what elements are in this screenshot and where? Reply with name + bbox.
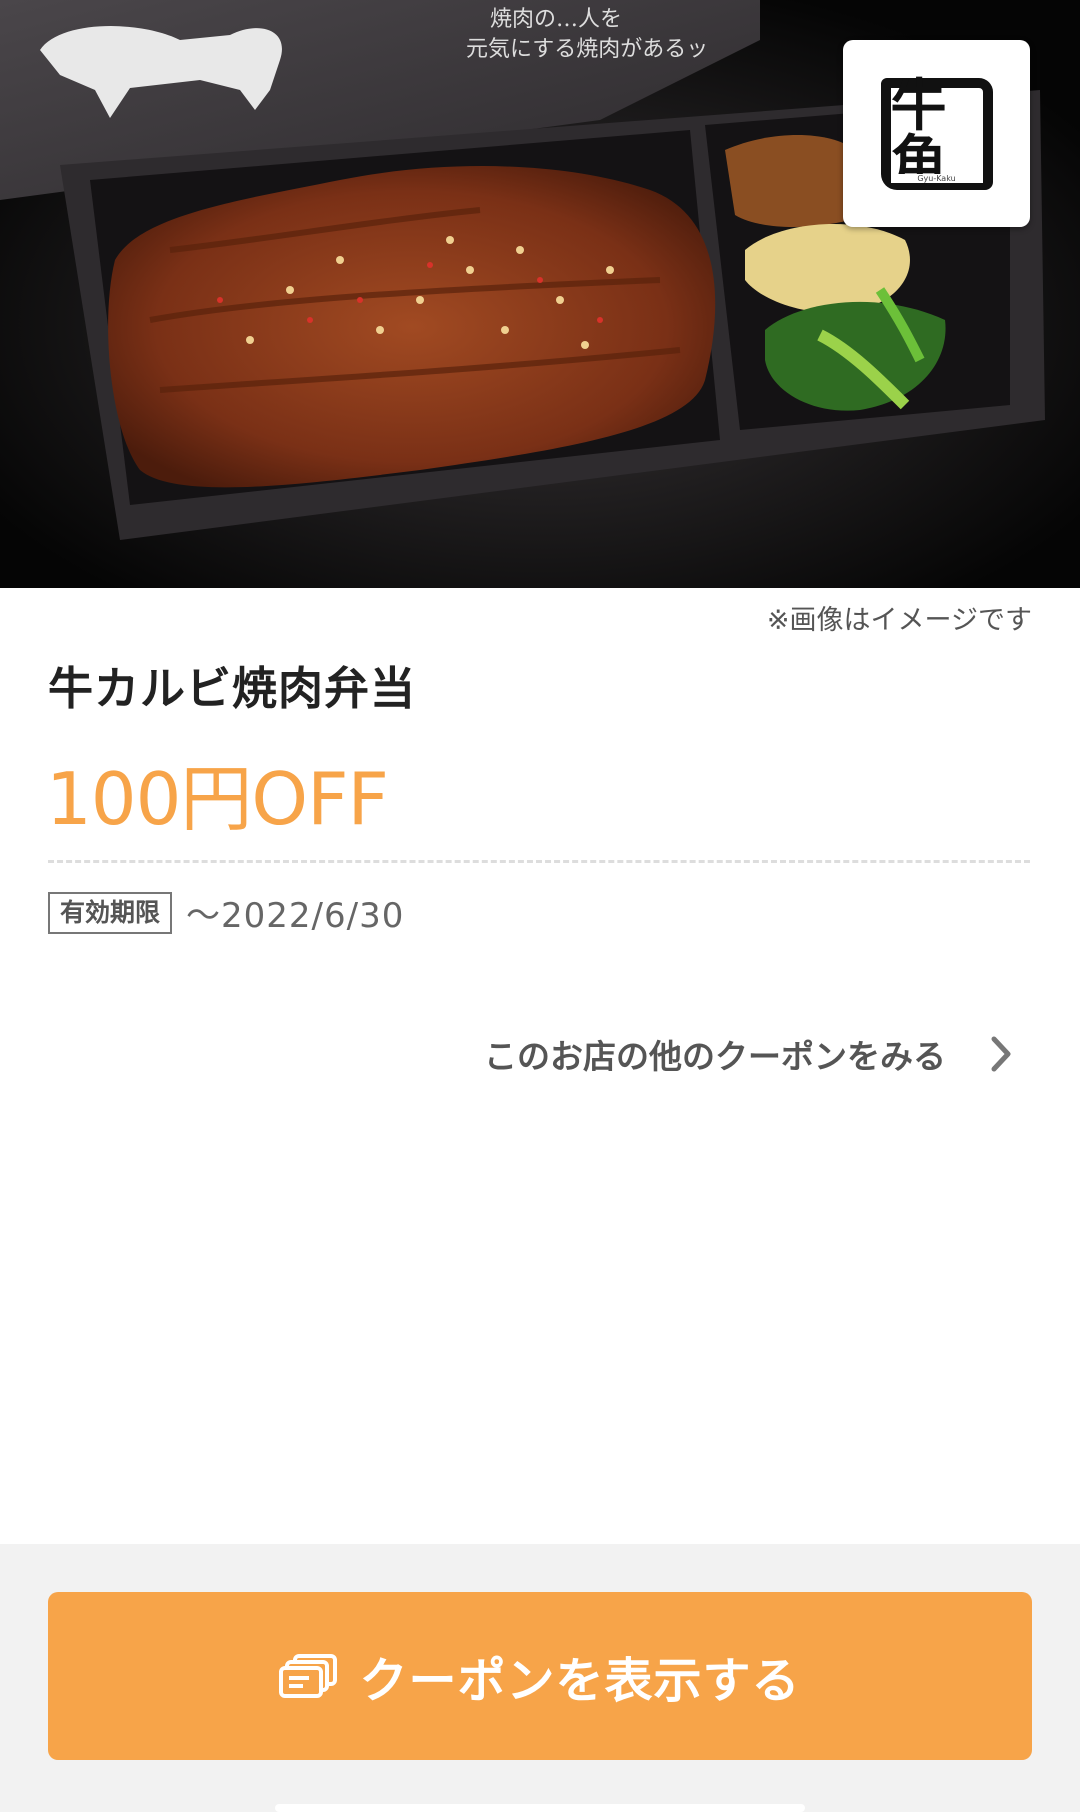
- svg-text:焼肉の…人を: 焼肉の…人を: [490, 7, 622, 32]
- gyukaku-logo-mark: 牛角 Gyu-Kaku: [880, 77, 993, 190]
- hero-image: 焼肉の…人を 元気にする焼肉があるッ 牛角 Gyu-Kaku: [0, 0, 1080, 588]
- validity-label: 有効期限: [48, 891, 173, 934]
- discount-amount: 100円OFF: [46, 757, 389, 841]
- image-caption: ※画像はイメージです: [766, 605, 1032, 636]
- other-coupons-link[interactable]: このお店の他のクーポンをみる: [484, 1030, 1012, 1078]
- coupon-cards-icon: [279, 1652, 339, 1700]
- show-coupon-button-label: クーポンを表示する: [359, 1655, 801, 1708]
- validity-row: 有効期限 〜2022/6/30: [48, 888, 404, 937]
- other-coupons-link-label: このお店の他のクーポンをみる: [484, 1037, 946, 1076]
- show-coupon-button[interactable]: クーポンを表示する: [48, 1592, 1032, 1760]
- svg-text:元気にする焼肉があるッ: 元気にする焼肉があるッ: [466, 37, 708, 62]
- coupon-title: 牛カルビ焼肉弁当: [48, 662, 417, 715]
- dashed-divider: [48, 860, 1030, 863]
- shop-logo: 牛角 Gyu-Kaku: [843, 40, 1030, 227]
- home-indicator: [275, 1804, 805, 1812]
- logo-subtext: Gyu-Kaku: [890, 173, 983, 183]
- validity-date: 〜2022/6/30: [186, 896, 405, 936]
- chevron-right-icon: [990, 1035, 1012, 1073]
